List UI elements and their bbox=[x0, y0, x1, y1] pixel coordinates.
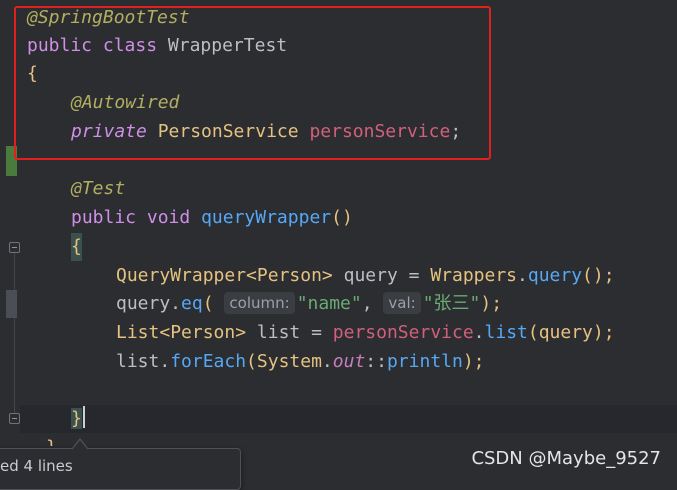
keyword-void: void bbox=[146, 207, 191, 228]
method-parens: () bbox=[331, 207, 353, 228]
popup-notch-inner bbox=[73, 440, 87, 449]
generic-close: > bbox=[321, 265, 333, 286]
scope-marker bbox=[6, 290, 17, 318]
fold-end-icon[interactable] bbox=[9, 413, 20, 424]
generic-open: < bbox=[246, 265, 257, 286]
fold-collapse-icon[interactable] bbox=[9, 242, 20, 253]
var-list: list = bbox=[246, 322, 333, 343]
code-line-9: { bbox=[20, 233, 677, 261]
class-close-brace: } bbox=[46, 434, 57, 446]
comma: , bbox=[361, 293, 384, 314]
class-wrappers: Wrappers bbox=[430, 265, 518, 286]
param-hint-val: val: bbox=[383, 292, 421, 314]
param-hint-column: column: bbox=[224, 292, 295, 314]
method-eq: eq bbox=[181, 293, 203, 314]
field-personservice: personService bbox=[332, 322, 474, 343]
code-line-15-current: } bbox=[20, 405, 677, 433]
method-list: list bbox=[484, 322, 528, 343]
method-foreach: forEach bbox=[170, 351, 247, 372]
highlight-box bbox=[14, 6, 491, 160]
paren-close: ); bbox=[480, 293, 503, 314]
method-close-brace: } bbox=[71, 408, 82, 429]
call-tail: ); bbox=[462, 351, 485, 372]
fold-guide-line bbox=[14, 248, 15, 420]
dot: . bbox=[473, 322, 485, 343]
var-query: query = bbox=[332, 265, 431, 286]
generic-type: Person bbox=[170, 322, 236, 343]
keyword-public: public bbox=[71, 207, 137, 228]
method-ref-sep: :: bbox=[365, 351, 387, 372]
method-name: queryWrapper bbox=[201, 207, 332, 228]
code-line-12: List<Person> list = personService.list(q… bbox=[20, 319, 677, 347]
call-tail: (query); bbox=[527, 322, 615, 343]
generic-close: > bbox=[235, 322, 247, 343]
static-out: out bbox=[332, 351, 366, 372]
call-tail: (); bbox=[582, 265, 615, 286]
paren-open: ( bbox=[246, 351, 257, 372]
method-query: query bbox=[527, 265, 583, 286]
string-value: "张三" bbox=[422, 293, 481, 314]
string-name: "name" bbox=[296, 293, 362, 314]
watermark: CSDN @Maybe_9527 bbox=[471, 448, 661, 469]
type-querywrapper: QueryWrapper bbox=[116, 265, 247, 286]
method-println: println bbox=[386, 351, 463, 372]
text-caret bbox=[82, 406, 85, 428]
obj-list: list. bbox=[116, 351, 171, 372]
class-system: System bbox=[256, 351, 322, 372]
code-line-13: list.forEach(System.out::println); bbox=[20, 348, 677, 376]
type-list: List bbox=[116, 322, 160, 343]
generic-type: Person bbox=[256, 265, 322, 286]
method-open-brace: { bbox=[71, 233, 82, 261]
code-line-11: query.eq( column: "name", val: "张三"); bbox=[20, 290, 677, 318]
generic-open: < bbox=[159, 322, 171, 343]
obj-query: query. bbox=[116, 293, 182, 314]
paren-open: ( bbox=[202, 293, 214, 314]
folded-lines-text: ed 4 lines bbox=[0, 457, 73, 475]
code-line-8: public void queryWrapper() bbox=[20, 204, 677, 232]
dot: . bbox=[517, 265, 528, 286]
annotation-test: @Test bbox=[71, 178, 126, 199]
code-line-7: @Test bbox=[20, 175, 677, 203]
dot: . bbox=[321, 351, 333, 372]
code-line-10: QueryWrapper<Person> query = Wrappers.qu… bbox=[20, 262, 677, 290]
